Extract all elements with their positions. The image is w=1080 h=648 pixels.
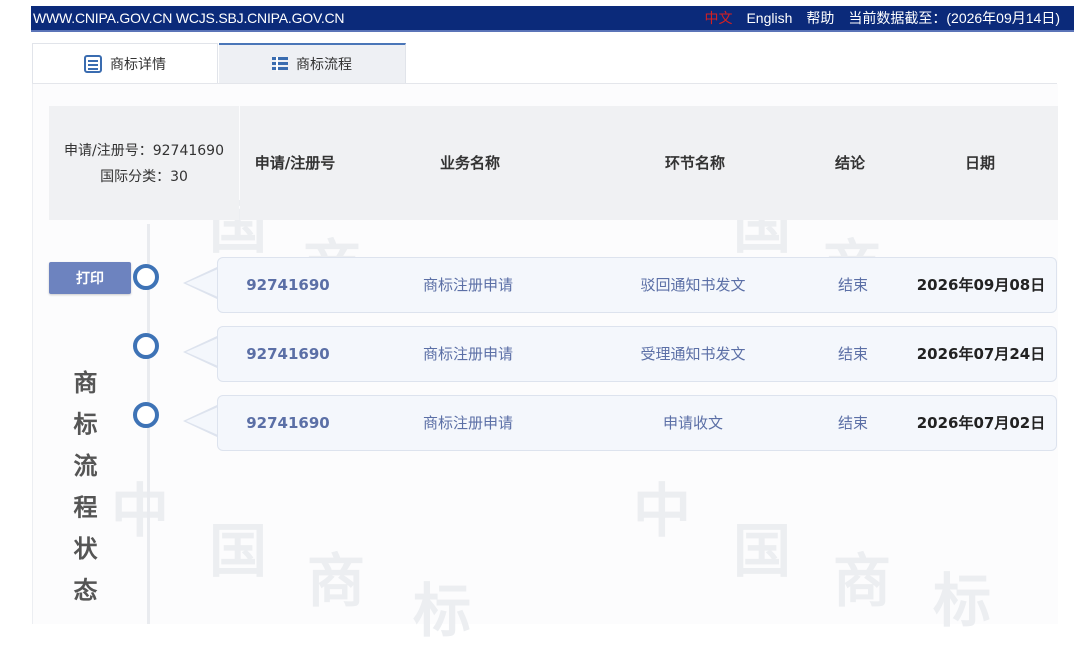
timeline-node: [133, 402, 159, 428]
tab-trademark-process[interactable]: 商标流程: [219, 43, 406, 83]
tab-trademark-details[interactable]: 商标详情: [32, 43, 218, 83]
column-header-result: 结论: [834, 154, 865, 172]
watermark-glyph: 中: [633, 477, 692, 545]
watermark-glyph: 国: [733, 517, 792, 585]
document-icon: [84, 54, 102, 73]
side-title: 商标流程状态: [69, 370, 97, 619]
top-bar-right: 中文 English 帮助 当前数据截至：(2026年09月14日): [704, 6, 1060, 30]
top-bar: WWW.CNIPA.GOV.CN WCJS.SBJ.CNIPA.GOV.CN 中…: [31, 6, 1074, 32]
cell-date: 2026年07月24日: [916, 345, 1046, 363]
column-header-step: 环节名称: [664, 154, 725, 172]
watermark-glyph: 标: [413, 577, 472, 645]
card-pointer: [183, 405, 218, 437]
print-button[interactable]: 打印: [49, 262, 131, 294]
tab-label: 商标流程: [296, 57, 352, 73]
cell-result: 结束: [837, 414, 868, 432]
cell-business: 商标注册申请: [422, 345, 513, 363]
card-pointer: [183, 267, 218, 299]
cell-business: 商标注册申请: [422, 414, 513, 432]
column-header-business: 业务名称: [439, 154, 500, 172]
tab-label: 商标详情: [110, 56, 166, 73]
watermark-glyph: 标: [933, 567, 992, 635]
cell-step: 驳回通知书发文: [640, 276, 746, 294]
list-icon: [272, 57, 288, 71]
cell-reg-no: 92741690: [246, 345, 330, 363]
column-header-reg-no: 申请/注册号: [254, 154, 336, 172]
cell-reg-no: 92741690: [246, 276, 330, 294]
watermark-glyph: 中: [111, 477, 170, 545]
watermark-glyph: 商: [307, 547, 366, 615]
cell-step: 申请收文: [662, 414, 723, 432]
registration-number: 申请/注册号：92741690: [64, 143, 224, 159]
card-pointer: [183, 336, 218, 368]
cell-date: 2026年09月08日: [916, 276, 1046, 294]
watermark-glyph: 商: [833, 547, 892, 615]
table-row: 92741690 商标注册申请 受理通知书发文 结束 2026年07月24日: [217, 326, 1057, 382]
table-header: 申请/注册号 业务名称 环节名称 结论 日期: [240, 106, 1058, 220]
cell-reg-no: 92741690: [246, 414, 330, 432]
data-cutoff-text: 当前数据截至：(2026年09月14日): [848, 10, 1060, 26]
cell-date: 2026年07月02日: [916, 414, 1046, 432]
cell-result: 结束: [837, 276, 868, 294]
help-link[interactable]: 帮助: [806, 6, 834, 30]
timeline-node: [133, 333, 159, 359]
cell-step: 受理通知书发文: [640, 345, 746, 363]
lang-en-link[interactable]: English: [746, 6, 792, 30]
cell-result: 结束: [837, 345, 868, 363]
trademark-info-box: 申请/注册号：92741690 国际分类：30: [49, 106, 239, 220]
lang-zh-link[interactable]: 中文: [704, 6, 732, 30]
process-panel: 国 商 国 商 中 国 商 中 国 商 标 标 申请/注册号：92741690 …: [32, 84, 1058, 645]
international-class: 国际分类：30: [100, 169, 188, 185]
site-links[interactable]: WWW.CNIPA.GOV.CN WCJS.SBJ.CNIPA.GOV.CN: [33, 6, 345, 30]
table-row: 92741690 商标注册申请 申请收文 结束 2026年07月02日: [217, 395, 1057, 451]
cell-business: 商标注册申请: [422, 276, 513, 294]
timeline-node: [133, 264, 159, 290]
table-row: 92741690 商标注册申请 驳回通知书发文 结束 2026年09月08日: [217, 257, 1057, 313]
watermark-glyph: 国: [209, 517, 268, 585]
column-header-date: 日期: [964, 154, 995, 172]
